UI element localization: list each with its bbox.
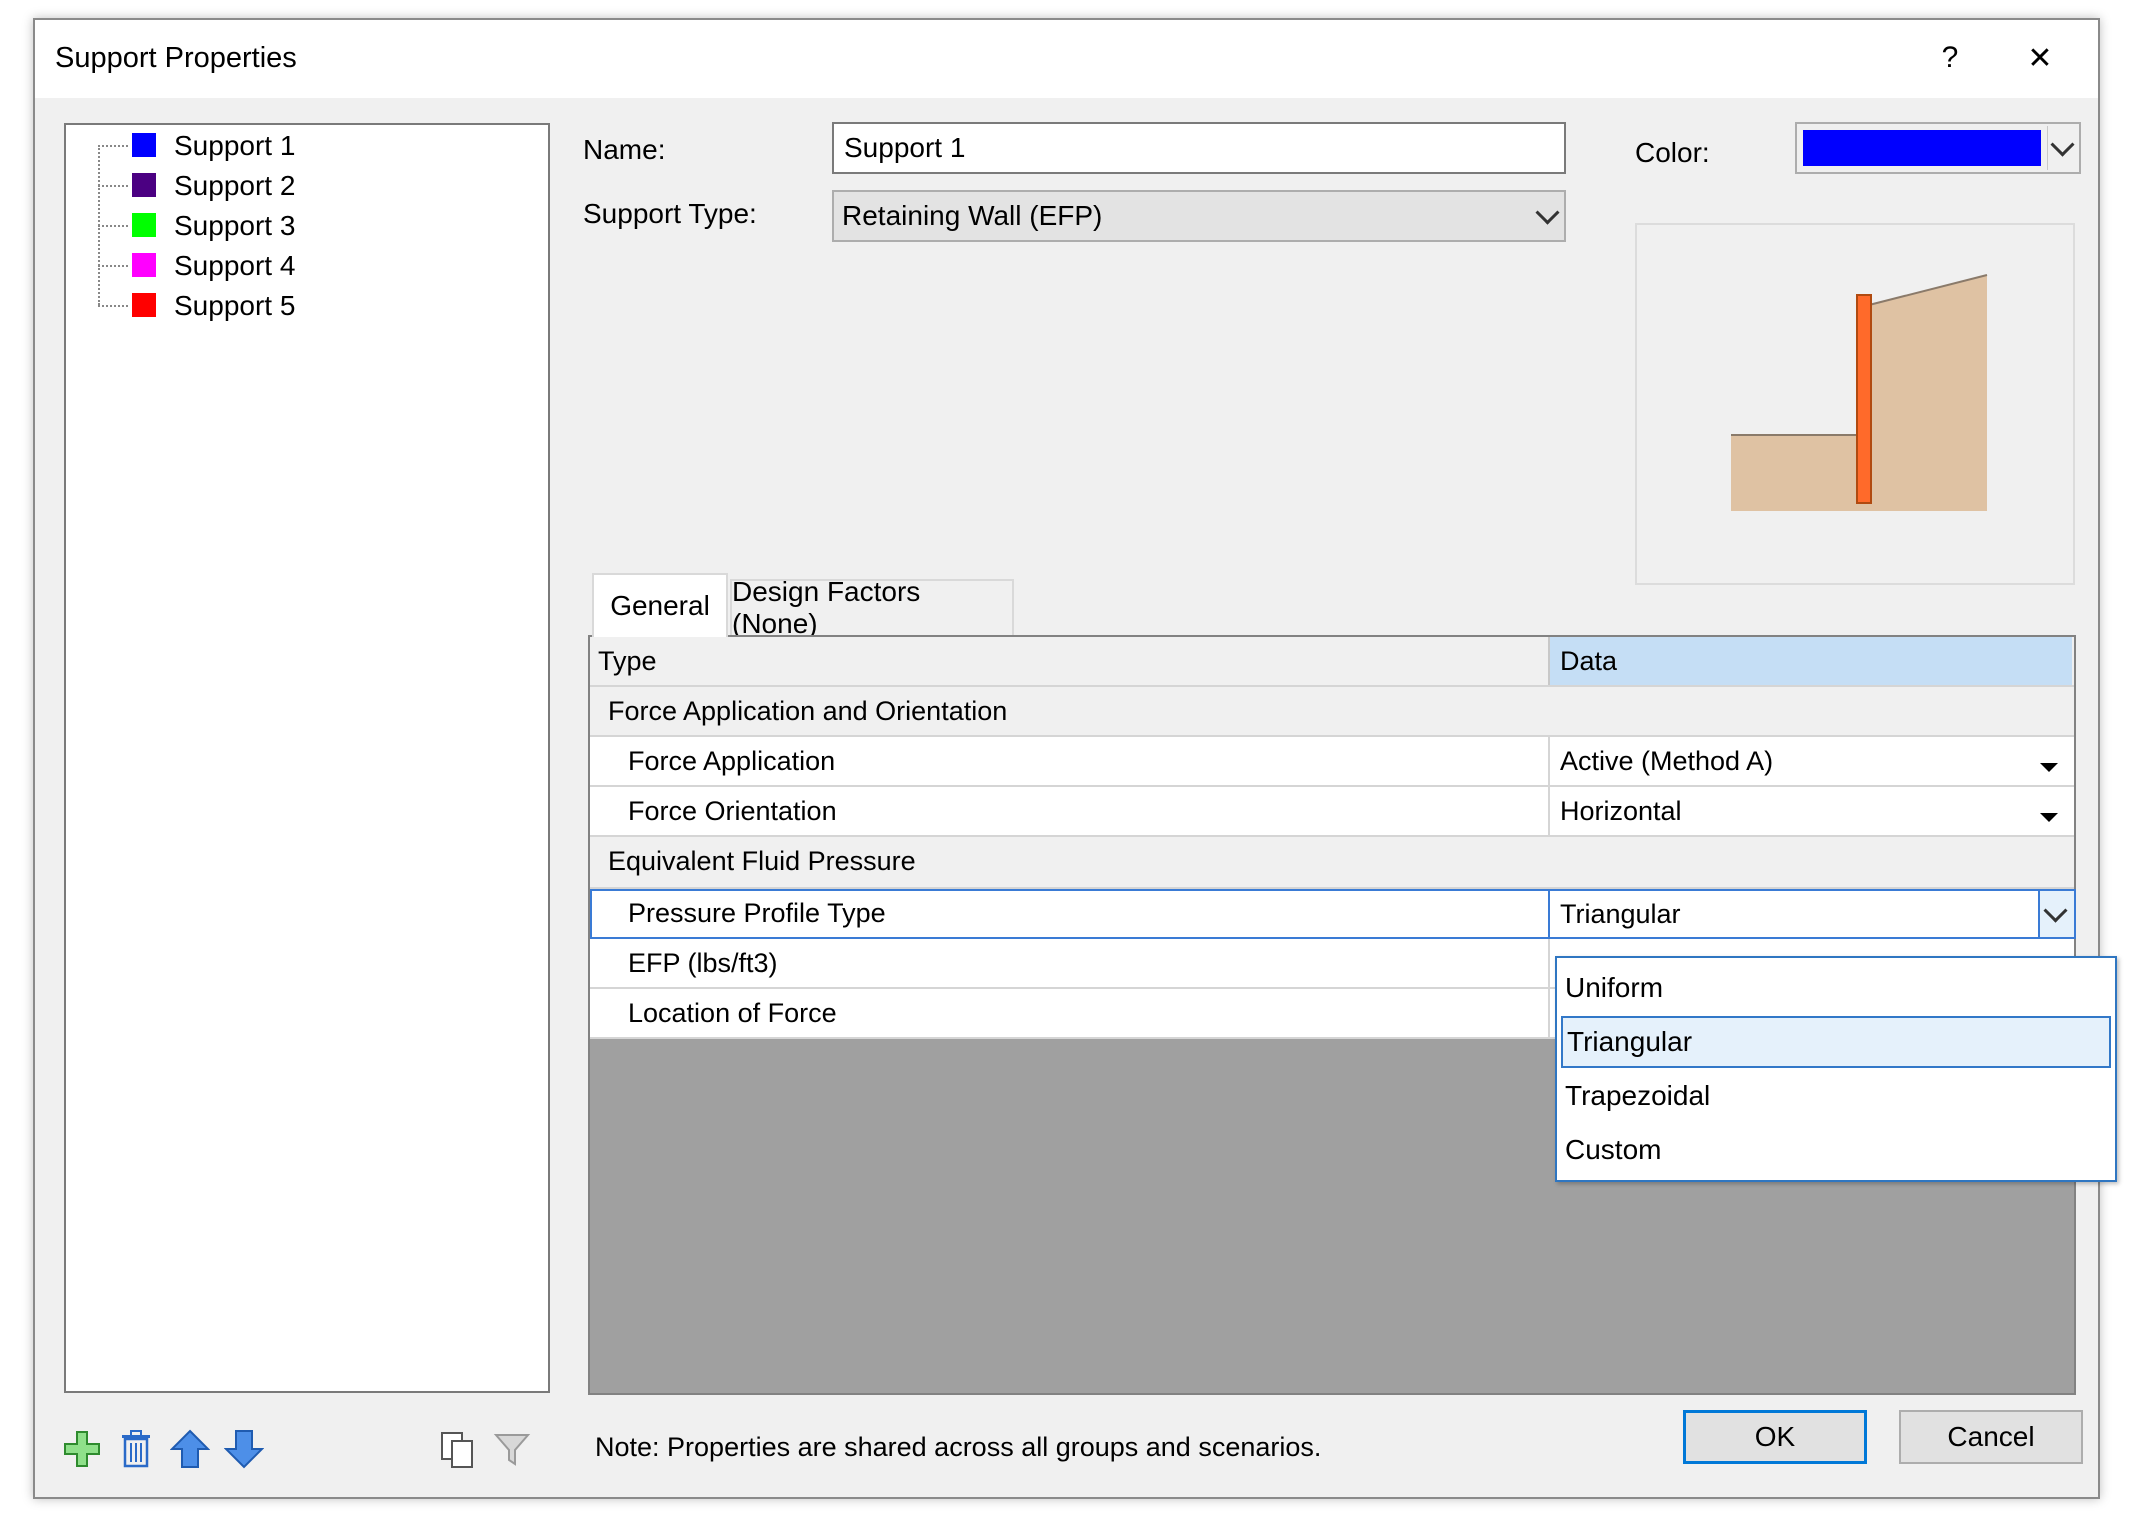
dialog-title: Support Properties — [55, 42, 297, 74]
tab-design-factors[interactable]: Design Factors (None) — [730, 576, 1014, 639]
color-swatch — [132, 173, 156, 197]
chevron-down-icon — [2043, 898, 2068, 923]
color-swatch — [132, 293, 156, 317]
option-triangular[interactable]: Triangular — [1561, 1016, 2111, 1068]
move-down-button[interactable] — [221, 1426, 267, 1472]
section-equivalent-fluid-pressure[interactable]: Equivalent Fluid Pressure — [590, 837, 2074, 889]
plus-icon — [64, 1431, 100, 1467]
column-divider — [1548, 737, 1550, 785]
column-divider — [1548, 989, 1550, 1037]
tree-item-support-4[interactable]: Support 4 — [66, 245, 546, 285]
name-label: Name: — [583, 134, 666, 165]
copy-icon — [441, 1432, 473, 1468]
row-force-application[interactable]: Force Application Active (Method A) — [590, 737, 2074, 787]
tree-item-label: Support 4 — [174, 250, 296, 281]
combo-dropdown-button[interactable] — [2038, 891, 2074, 937]
trash-icon — [122, 1430, 150, 1468]
column-divider — [1548, 939, 1550, 987]
support-properties-dialog: Support Properties ? ✕ Support 1 Support… — [33, 18, 2117, 1499]
tree-branch — [98, 185, 128, 187]
row-label: Force Orientation — [628, 795, 837, 826]
row-label: Force Application — [628, 745, 836, 776]
filter-icon — [493, 1434, 531, 1466]
footer-note: Note: Properties are shared across all g… — [595, 1432, 1322, 1462]
tree-item-support-1[interactable]: Support 1 — [66, 125, 546, 165]
tree-branch — [98, 265, 128, 267]
color-preview — [1803, 130, 2041, 166]
pressure-profile-dropdown-list: Uniform Triangular Trapezoidal Custom — [1555, 956, 2117, 1182]
option-custom[interactable]: Custom — [1561, 1124, 2111, 1176]
support-type-value: Retaining Wall (EFP) — [842, 200, 1103, 231]
dropdown-arrow-icon[interactable] — [2040, 813, 2058, 822]
color-swatch — [132, 213, 156, 237]
section-title: Equivalent Fluid Pressure — [608, 845, 916, 876]
support-tree: Support 1 Support 2 Support 3 Support 4 … — [64, 123, 550, 1393]
tab-general[interactable]: General — [592, 573, 728, 637]
tree-item-label: Support 1 — [174, 130, 296, 161]
column-header-type[interactable]: Type — [598, 637, 1538, 685]
tree-item-support-3[interactable]: Support 3 — [66, 205, 546, 245]
color-label: Color: — [1635, 137, 1710, 168]
tree-branch — [98, 225, 128, 227]
move-up-button[interactable] — [167, 1426, 213, 1472]
section-force-application[interactable]: Force Application and Orientation — [590, 687, 2074, 737]
dropdown-arrow-icon[interactable] — [2040, 763, 2058, 772]
color-picker[interactable] — [1795, 122, 2081, 174]
tree-item-label: Support 2 — [174, 170, 296, 201]
option-trapezoidal[interactable]: Trapezoidal — [1561, 1070, 2111, 1122]
title-bar: Support Properties ? ✕ — [35, 20, 2098, 98]
column-divider — [1548, 787, 1550, 835]
filter-button[interactable] — [489, 1426, 535, 1472]
cancel-button[interactable]: Cancel — [1899, 1410, 2083, 1464]
tree-item-label: Support 5 — [174, 290, 296, 321]
color-dropdown-button[interactable] — [2047, 126, 2077, 170]
support-type-label: Support Type: — [583, 198, 757, 229]
grid-header: Type Data — [590, 637, 2074, 687]
help-button[interactable]: ? — [1915, 30, 1985, 86]
row-force-orientation[interactable]: Force Orientation Horizontal — [590, 787, 2074, 837]
ok-button[interactable]: OK — [1683, 1410, 1867, 1464]
tree-item-support-2[interactable]: Support 2 — [66, 165, 546, 205]
chevron-down-icon — [2050, 132, 2075, 157]
combo-value: Triangular — [1560, 898, 1681, 929]
chevron-down-icon — [1535, 200, 1560, 225]
wall-icon — [1856, 294, 1872, 504]
tree-item-support-5[interactable]: Support 5 — [66, 285, 546, 325]
section-title: Force Application and Orientation — [608, 695, 1008, 726]
support-preview — [1635, 223, 2075, 585]
row-pressure-profile-type[interactable]: Pressure Profile Type Triangular — [590, 889, 2076, 939]
soil-upper — [1869, 275, 1987, 511]
row-label: EFP (lbs/ft3) — [628, 947, 778, 978]
pressure-profile-combo[interactable]: Triangular — [1548, 889, 2076, 939]
tree-branch — [98, 145, 128, 147]
arrow-down-icon — [224, 1430, 264, 1469]
copy-button[interactable] — [435, 1426, 481, 1472]
row-value[interactable]: Horizontal — [1560, 787, 2040, 835]
soil-lower — [1731, 435, 1869, 511]
row-label: Pressure Profile Type — [628, 897, 886, 928]
column-header-data[interactable]: Data — [1550, 637, 2072, 685]
tree-branch — [98, 305, 128, 307]
row-label: Location of Force — [628, 997, 837, 1028]
option-uniform[interactable]: Uniform — [1561, 962, 2111, 1014]
tree-item-label: Support 3 — [174, 210, 296, 241]
color-swatch — [132, 253, 156, 277]
retaining-wall-diagram — [1731, 274, 1988, 511]
support-type-select[interactable]: Retaining Wall (EFP) — [832, 190, 1566, 242]
add-button[interactable] — [59, 1426, 105, 1472]
name-input[interactable]: Support 1 — [832, 122, 1566, 174]
delete-button[interactable] — [113, 1426, 159, 1472]
color-swatch — [132, 133, 156, 157]
row-value[interactable]: Active (Method A) — [1560, 737, 2040, 785]
close-button[interactable]: ✕ — [2005, 30, 2075, 86]
name-input-value: Support 1 — [844, 132, 966, 163]
arrow-up-icon — [170, 1429, 210, 1468]
